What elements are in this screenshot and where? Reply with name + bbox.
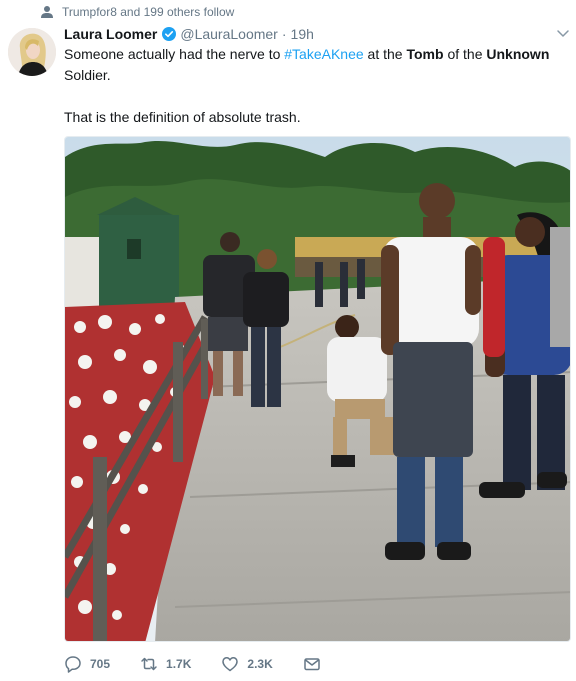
tweet-timestamp[interactable]: 19h xyxy=(291,26,314,42)
direct-message-button[interactable] xyxy=(303,655,329,673)
social-context[interactable]: Trumpfor8 and 199 others follow xyxy=(40,4,234,20)
reply-count: 705 xyxy=(90,657,111,671)
author-name[interactable]: Laura Loomer xyxy=(64,26,157,42)
author-handle[interactable]: @LauraLoomer xyxy=(180,26,278,42)
like-button[interactable]: 2.3K xyxy=(221,655,273,673)
tweet-text-line1: Someone actually had the nerve to #TakeA… xyxy=(64,44,564,86)
tweet-actions: 705 1.7K 2.3K xyxy=(64,654,359,674)
tweet-text: Someone actually had the nerve to #TakeA… xyxy=(64,44,564,128)
reply-icon xyxy=(65,656,81,673)
avatar[interactable] xyxy=(8,28,56,76)
tweet-text-segment: Someone actually had the nerve to xyxy=(64,46,285,62)
verified-badge-icon xyxy=(162,27,177,41)
heart-icon xyxy=(222,657,239,672)
retweet-button[interactable]: 1.7K xyxy=(140,655,191,673)
tweet-header: Laura Loomer @LauraLoomer · 19h xyxy=(64,24,568,44)
social-context-text: Trumpfor8 and 199 others follow xyxy=(62,5,235,19)
retweet-count: 1.7K xyxy=(166,657,192,671)
tweet-text-bold: Tomb xyxy=(406,46,444,62)
tweet-text-segment: of the xyxy=(443,46,487,62)
chevron-down-icon[interactable] xyxy=(556,26,570,40)
tweet-text-bold: Unknown xyxy=(486,46,550,62)
reply-button[interactable]: 705 xyxy=(64,655,110,673)
like-count: 2.3K xyxy=(247,657,273,671)
retweet-icon xyxy=(141,657,157,671)
tweet-text-line2: That is the definition of absolute trash… xyxy=(64,109,301,125)
header-separator: · xyxy=(281,26,287,42)
avatar-image xyxy=(8,28,56,76)
hashtag-link[interactable]: #TakeAKnee xyxy=(284,46,363,62)
tweet-text-segment: Soldier. xyxy=(64,67,111,83)
tweet-photo-image xyxy=(65,137,570,641)
tweet-text-segment: at the xyxy=(363,46,407,62)
envelope-icon xyxy=(304,658,320,671)
tweet-photo[interactable] xyxy=(64,136,571,642)
person-icon xyxy=(41,6,53,18)
